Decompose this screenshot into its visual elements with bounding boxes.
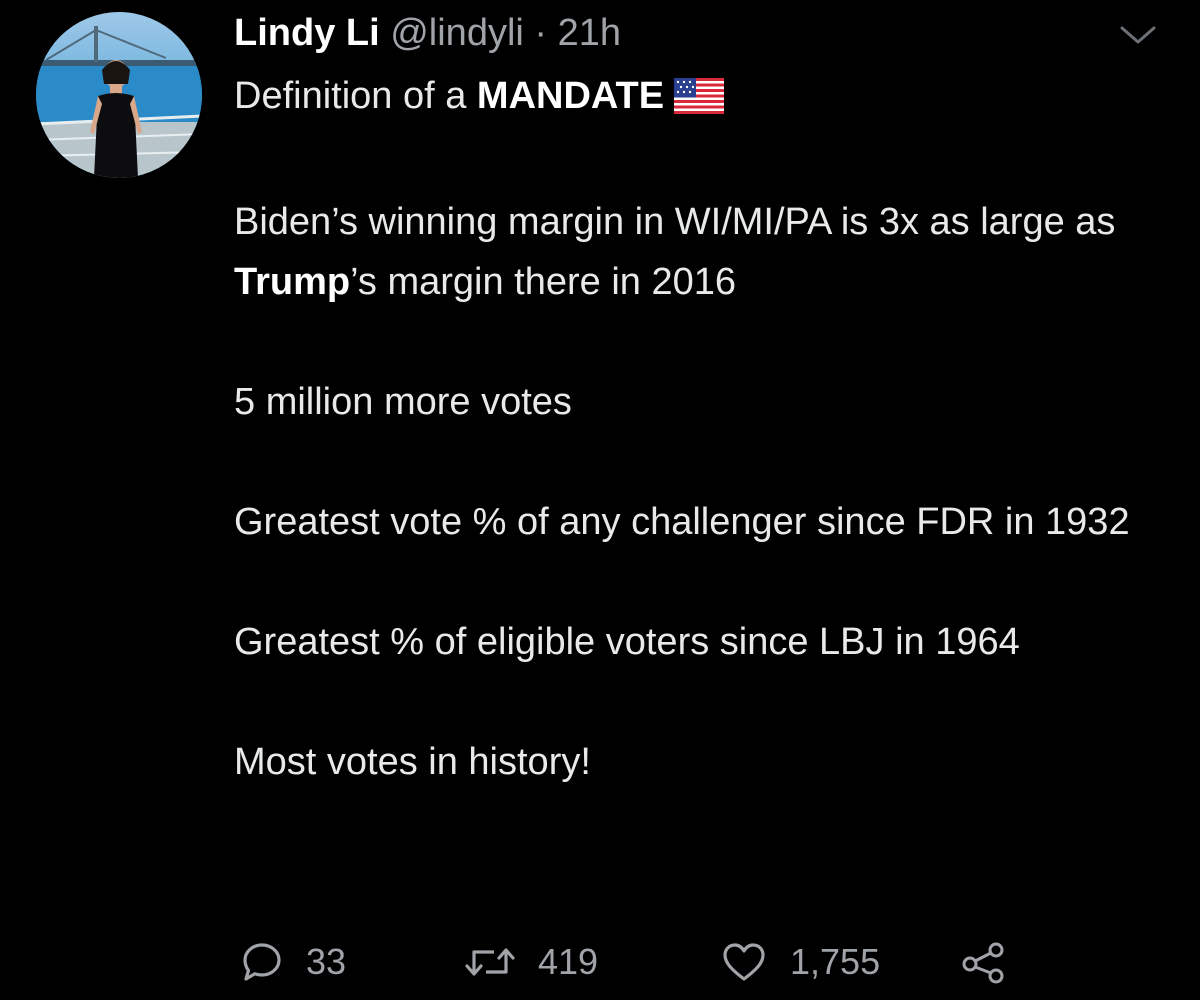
tweet-actions: 33 419 1,755 <box>240 934 1040 990</box>
reply-count: 33 <box>306 941 347 982</box>
retweet-icon <box>464 940 516 984</box>
retweet-button[interactable]: 419 <box>464 934 598 990</box>
share-icon <box>960 940 1008 984</box>
chevron-down-icon[interactable] <box>1116 20 1160 50</box>
tweet-line: Greatest vote % of any challenger since … <box>234 501 1130 543</box>
tweet-line: Most votes in history! <box>234 741 591 783</box>
tweet-line: 5 million more votes <box>234 381 572 423</box>
avatar-photo <box>36 12 202 178</box>
retweet-count: 419 <box>538 941 599 982</box>
tweet[interactable]: Lindy Li @lindyli · 21h Definition of a … <box>0 0 1200 1000</box>
tweet-timestamp[interactable]: 21h <box>558 12 621 54</box>
tweet-header: Lindy Li @lindyli · 21h <box>234 8 621 58</box>
share-button[interactable] <box>960 934 1008 990</box>
like-count: 1,755 <box>790 941 881 982</box>
avatar[interactable] <box>36 12 202 178</box>
tweet-line: Definition of a MANDATE <box>234 66 1164 132</box>
reply-icon <box>240 940 284 984</box>
header-separator: · <box>534 12 548 54</box>
like-button[interactable]: 1,755 <box>720 934 880 990</box>
tweet-line: Greatest % of eligible voters since LBJ … <box>234 621 1020 663</box>
reply-button[interactable]: 33 <box>240 934 346 990</box>
author-name[interactable]: Lindy Li <box>234 12 380 54</box>
us-flag-icon <box>674 72 725 132</box>
heart-icon <box>720 940 768 984</box>
author-handle[interactable]: @lindyli <box>390 12 524 54</box>
tweet-line: Biden’s winning margin in WI/MI/PA is 3x… <box>234 201 1116 303</box>
tweet-body: Definition of a MANDATE Biden’s winning … <box>234 66 1164 792</box>
